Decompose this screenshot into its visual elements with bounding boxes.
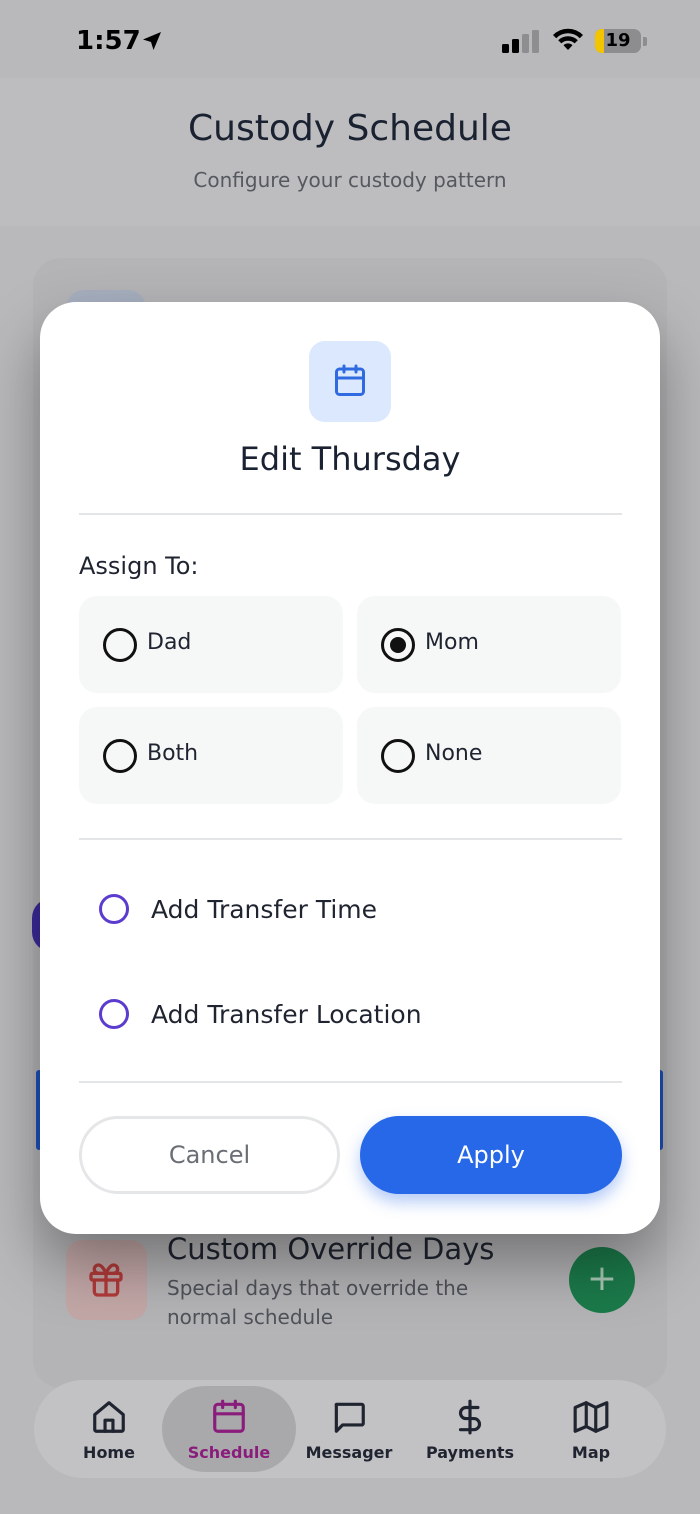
plus-icon: + <box>586 1258 618 1299</box>
option-label-none: None <box>425 741 483 766</box>
calendar-icon <box>213 1399 245 1433</box>
tab-home[interactable]: Home <box>42 1386 176 1472</box>
page-header: Custody Schedule Configure your custody … <box>0 78 700 226</box>
toggle-circle-icon[interactable] <box>99 894 129 924</box>
page-title: Custody Schedule <box>188 108 512 149</box>
option-dad[interactable]: Dad <box>79 596 343 693</box>
tab-schedule[interactable]: Schedule <box>162 1386 296 1472</box>
page-subtitle: Configure your custody pattern <box>193 168 507 192</box>
dialog-icon-box <box>309 341 391 422</box>
battery-icon: 19 <box>595 29 641 53</box>
tab-payments[interactable]: Payments <box>403 1386 537 1472</box>
gift-icon <box>89 1263 123 1297</box>
radio-none[interactable] <box>381 739 415 773</box>
option-label-dad: Dad <box>147 630 192 655</box>
override-days-description: Special days that override the normal sc… <box>167 1276 469 1329</box>
option-label-both: Both <box>147 741 199 766</box>
battery-tip <box>643 37 647 46</box>
map-icon <box>573 1401 609 1433</box>
add-transfer-time-label: Add Transfer Time <box>151 895 378 924</box>
tab-label-schedule: Schedule <box>187 1443 271 1462</box>
radio-both[interactable] <box>103 739 137 773</box>
tab-map[interactable]: Map <box>524 1386 658 1472</box>
tab-label-home: Home <box>83 1443 135 1462</box>
status-time: 1:57 <box>76 26 141 56</box>
tab-bar: Home Schedule Messager Payments Map <box>34 1380 666 1478</box>
dollar-icon <box>458 1399 481 1435</box>
add-transfer-location-label: Add Transfer Location <box>151 1000 422 1029</box>
divider <box>79 838 622 840</box>
radio-dad[interactable] <box>103 628 137 662</box>
status-bar: 1:57 19 <box>0 0 700 78</box>
toggle-circle-icon[interactable] <box>99 999 129 1029</box>
calendar-icon <box>335 364 365 396</box>
cancel-button[interactable]: Cancel <box>79 1116 340 1194</box>
signal-icon <box>502 30 539 53</box>
override-days-title: Custom Override Days <box>167 1232 495 1266</box>
option-mom[interactable]: Mom <box>357 596 621 693</box>
tab-label-payments: Payments <box>425 1443 515 1462</box>
apply-button[interactable]: Apply <box>360 1116 622 1194</box>
divider <box>79 1081 622 1083</box>
option-label-mom: Mom <box>425 630 479 655</box>
divider <box>79 513 622 515</box>
dialog-title: Edit Thursday <box>239 440 461 478</box>
wifi-icon <box>553 28 583 50</box>
message-icon <box>334 1402 365 1433</box>
tab-label-map: Map <box>571 1443 611 1462</box>
battery-percent: 19 <box>605 30 631 51</box>
add-transfer-time-toggle[interactable]: Add Transfer Time <box>79 877 622 941</box>
home-icon <box>93 1401 125 1433</box>
tab-label-messager: Messager <box>305 1443 393 1462</box>
override-icon-box <box>66 1240 147 1320</box>
add-override-button[interactable]: + <box>569 1247 635 1313</box>
add-transfer-location-toggle[interactable]: Add Transfer Location <box>79 982 622 1046</box>
location-arrow-icon <box>143 32 161 50</box>
option-both[interactable]: Both <box>79 707 343 804</box>
tab-messager[interactable]: Messager <box>282 1386 416 1472</box>
option-none[interactable]: None <box>357 707 621 804</box>
radio-mom[interactable] <box>381 628 415 662</box>
edit-day-dialog: Edit Thursday Assign To: Dad Mom Both No… <box>40 302 660 1234</box>
assign-to-label: Assign To: <box>79 552 199 580</box>
